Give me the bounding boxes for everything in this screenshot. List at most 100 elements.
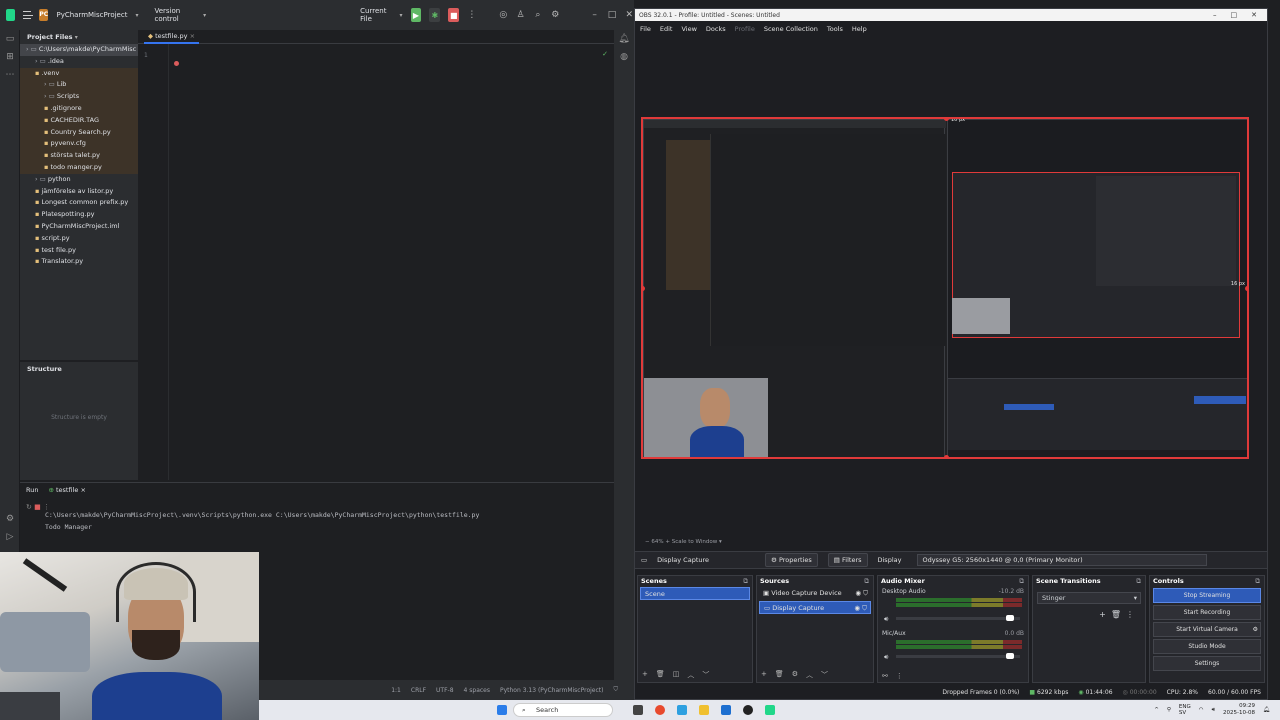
trash-icon[interactable]: 🗑︎ [1111,610,1126,619]
add-icon[interactable]: + [1099,610,1111,619]
start-recording-button[interactable]: Start Recording [1153,605,1261,620]
search-icon[interactable]: ⌕ [533,9,542,21]
network-icon[interactable]: ⚲ [1167,707,1171,713]
menu-edit[interactable]: Edit [660,25,673,33]
menu-view[interactable]: View [681,25,696,33]
tree-item[interactable]: ▪ jämförelse av listor.py [20,186,138,198]
run-config-selector[interactable]: Current File [360,7,391,23]
studio-mode-button[interactable]: Studio Mode [1153,639,1261,654]
down-icon[interactable]: ﹀ [821,670,828,680]
file-explorer-icon[interactable] [699,705,709,715]
more-actions-icon[interactable]: ⋮ [467,9,476,21]
volume-icon[interactable]: 🔊︎ [1212,707,1215,714]
tree-item[interactable]: ▪ Country Search.py [20,126,138,139]
run-tab[interactable]: ⊕ testfile × [48,486,85,494]
dock-undock-icon[interactable]: ⧉ [1019,576,1028,586]
menu-help[interactable]: Help [852,25,867,33]
link-icon[interactable]: ⚯ [882,672,888,680]
account-icon[interactable]: ♙ [516,9,525,21]
stop-streaming-button[interactable]: Stop Streaming [1153,588,1261,603]
tree-item[interactable]: ▪ PyCharmMiscProject.iml [20,221,138,233]
zoom-out-icon[interactable]: − [645,539,650,545]
folder-icon[interactable]: ▭ [3,34,17,48]
tree-item[interactable]: › ▭ Scripts [20,91,138,103]
maximize-icon[interactable]: □ [607,9,617,21]
source-item-video-capture[interactable]: ▣ Video Capture Device ◉ ⛉ [759,587,871,600]
tree-item[interactable]: ▪ Longest common prefix.py [20,197,138,209]
run-button[interactable]: ▶ [410,8,422,22]
add-icon[interactable]: + [642,670,648,680]
console-output[interactable]: C:\Users\makde\PyCharmMiscProject\.venv\… [20,509,614,533]
obs-app-icon[interactable] [743,705,753,715]
volume-slider[interactable] [896,615,1020,621]
editor[interactable]: ◆ testfile.py × 1 ✓ [138,30,614,480]
minimize-icon[interactable]: – [590,9,599,21]
more-tools-icon[interactable]: ⋯ [3,70,17,84]
tree-item[interactable]: ▪ test file.py [20,245,138,257]
rerun-icon[interactable]: ↻ ■ ⋮ [26,503,50,511]
menu-profile[interactable]: Profile [735,25,755,33]
close-icon[interactable]: ✕ [625,9,634,21]
tree-item[interactable]: ▪ .venv [20,67,138,80]
run-tool-icon[interactable]: ▷ [3,532,17,546]
tree-item[interactable]: ▪ största talet.py [20,150,138,162]
dock-undock-icon[interactable]: ⧉ [864,576,873,586]
dock-undock-icon[interactable]: ⧉ [1255,576,1264,586]
status-encoding[interactable]: UTF-8 [436,687,454,694]
services-icon[interactable]: ⚙ [3,514,17,528]
more-icon[interactable]: ⋮ [896,672,903,680]
ai-assistant-icon[interactable]: ◍ [617,52,631,66]
wifi-icon[interactable]: ◠ [1199,707,1204,713]
tree-item[interactable]: ▪ CACHEDIR.TAG [20,114,138,127]
lock-icon[interactable]: ⛉ [613,686,618,694]
dock-undock-icon[interactable]: ⧉ [743,576,752,586]
resize-handle[interactable] [1245,286,1247,291]
tree-item[interactable]: ▪ todo manger.py [20,161,138,174]
main-menu-icon[interactable] [23,11,34,19]
properties-button[interactable]: ⚙ Properties [765,553,818,567]
down-icon[interactable]: ﹀ [702,670,709,680]
code-with-me-icon[interactable]: ◎ [499,9,508,21]
status-line-sep[interactable]: CRLF [411,687,426,694]
minimize-icon[interactable]: – [1213,11,1217,19]
tree-item[interactable]: ▪ .gitignore [20,102,138,115]
firefox-icon[interactable] [655,705,665,715]
tree-item[interactable]: › ▭ Lib [20,79,138,92]
up-icon[interactable]: ︿ [687,670,694,680]
menu-docks[interactable]: Docks [706,25,726,33]
clock[interactable]: 09:29 2025-10-08 [1223,703,1255,717]
tree-item[interactable]: ▪ Platespotting.py [20,209,138,221]
tree-item[interactable]: › ▭ python [20,174,138,186]
status-interpreter[interactable]: Python 3.13 (PyCharmMiscProject) [500,687,604,694]
gear-icon[interactable]: ⚙ [1253,623,1258,636]
language-indicator[interactable]: ENG SV [1179,704,1191,716]
eye-icon[interactable]: ◉ ⛉ [855,587,871,600]
zoom-in-icon[interactable]: + [665,539,670,545]
pycharm-app-icon[interactable] [765,705,775,715]
structure-icon[interactable]: ⊞ [3,52,17,66]
stop-button[interactable]: ■ [448,8,460,22]
project-panel-title[interactable]: Project Files ▾ [20,30,138,44]
resize-handle[interactable] [944,455,949,457]
speaker-icon[interactable]: 🔊︎ [884,653,888,662]
close-icon[interactable]: ✕ [1251,11,1257,19]
obs-preview-canvas[interactable]: 10 px 16 px [641,117,1249,459]
store-icon[interactable] [721,705,731,715]
inspection-ok-icon[interactable]: ✓ [602,50,608,58]
trash-icon[interactable]: 🗑︎ [656,670,665,680]
start-windows-icon[interactable] [497,705,507,715]
filter-icon[interactable]: ◫ [673,670,680,680]
menu-file[interactable]: File [640,25,651,33]
start-virtual-camera-button[interactable]: Start Virtual Camera ⚙ [1153,622,1261,637]
vcs-menu[interactable]: Version control [154,7,195,23]
settings-gear-icon[interactable]: ⚙ [551,9,560,21]
transition-select[interactable]: Stinger ▾ [1037,592,1141,604]
display-select[interactable]: Odyssey G5: 2560x1440 @ 0,0 (Primary Mon… [917,554,1208,566]
tree-item[interactable]: › ▭ C:\Users\makde\PyCharmMisc [20,44,138,56]
tab-testfile[interactable]: ◆ testfile.py × [144,30,200,44]
volume-slider[interactable] [896,653,1020,659]
notifications-icon[interactable]: 🔔︎ [617,34,631,48]
tree-item[interactable]: ▪ script.py [20,233,138,245]
gear-icon[interactable]: ⚙ [792,670,798,680]
maximize-icon[interactable]: □ [1231,11,1238,19]
